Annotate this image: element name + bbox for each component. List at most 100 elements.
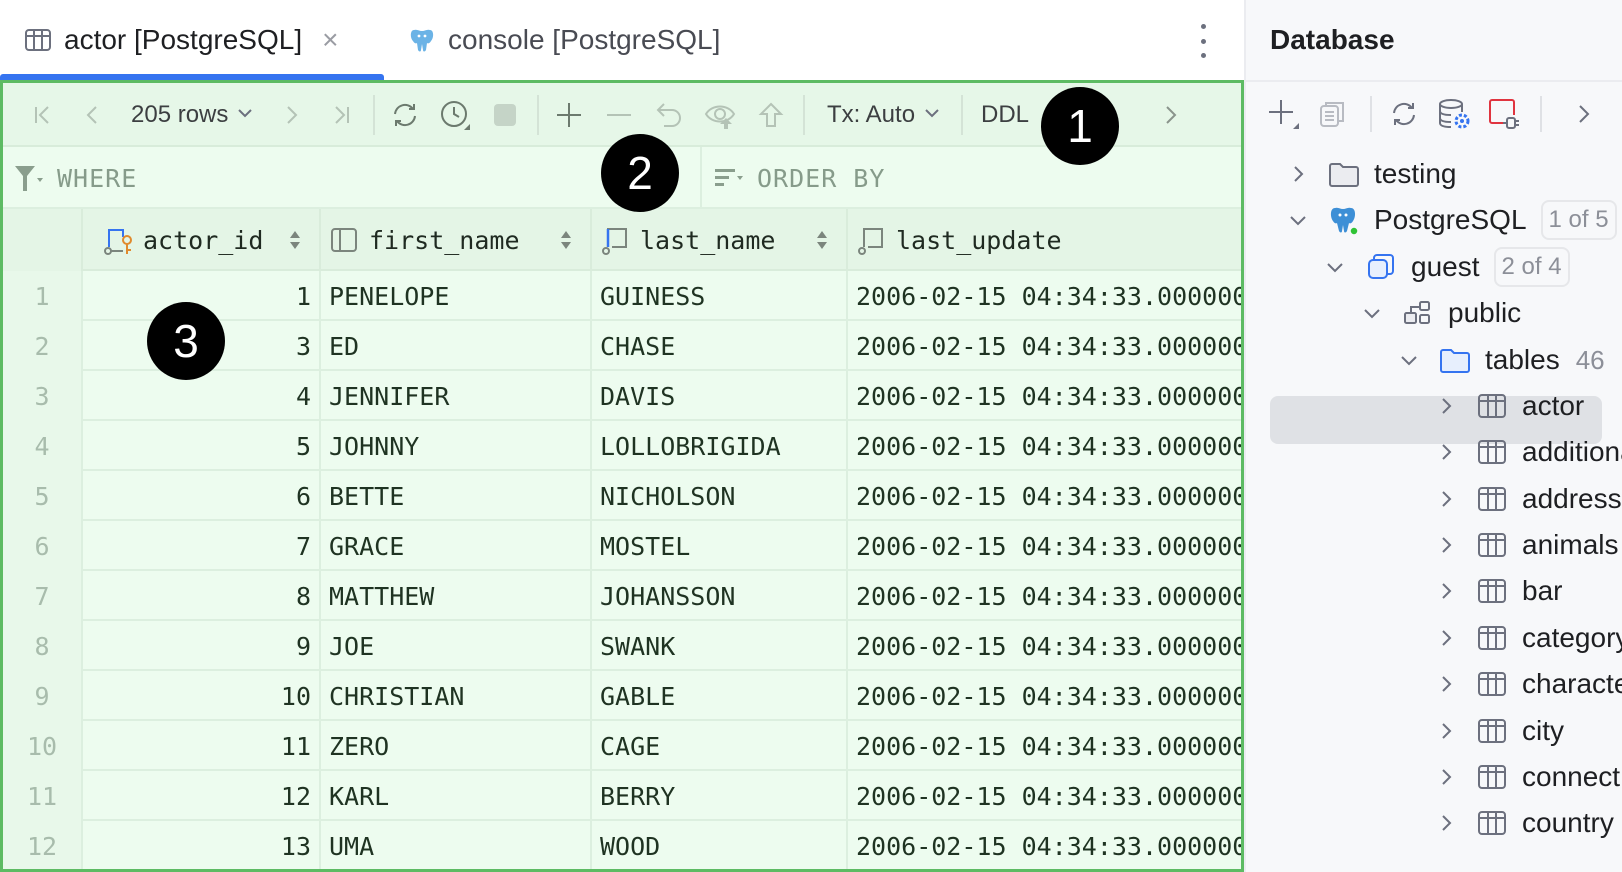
cell-actor-id[interactable]: 10 (83, 671, 321, 721)
history-icon[interactable] (435, 95, 475, 135)
table-row[interactable]: 5 6 BETTE NICHOLSON 2006-02-15 04:34:33.0000… (3, 471, 1241, 521)
sort-toggle-icon[interactable] (816, 229, 828, 251)
chevron-right-icon[interactable] (1434, 672, 1458, 696)
cell-last-name[interactable]: NICHOLSON (592, 471, 848, 521)
tree-item-category[interactable]: category (1434, 614, 1622, 662)
rows-count-dropdown[interactable]: 205 rows (131, 83, 254, 147)
cell-first-name[interactable]: CHRISTIAN (321, 671, 592, 721)
row-number[interactable]: 6 (3, 521, 83, 571)
cell-last-update[interactable]: 2006-02-15 04:34:33.000000 (848, 671, 1241, 721)
table-row[interactable]: 10 11 ZERO CAGE 2006-02-15 04:34:33.000000 (3, 721, 1241, 771)
revert-icon[interactable] (649, 95, 689, 135)
sort-icon[interactable] (713, 165, 745, 191)
cell-actor-id[interactable]: 9 (83, 621, 321, 671)
chevron-down-icon[interactable] (1397, 348, 1421, 372)
chevron-right-icon[interactable] (1434, 626, 1458, 650)
cell-last-update[interactable]: 2006-02-15 04:34:33.000000 (848, 721, 1241, 771)
cell-last-name[interactable]: SWANK (592, 621, 848, 671)
copy-icon[interactable] (1312, 94, 1352, 134)
table-row[interactable]: 11 12 KARL BERRY 2006-02-15 04:34:33.000000 (3, 771, 1241, 821)
cell-last-name[interactable]: CAGE (592, 721, 848, 771)
row-number-header[interactable] (3, 209, 83, 271)
data-source-properties-icon[interactable] (1434, 94, 1474, 134)
cell-last-update[interactable]: 2006-02-15 04:34:33.000000 (848, 771, 1241, 821)
next-page-icon[interactable] (271, 95, 311, 135)
sort-toggle-icon[interactable] (289, 229, 301, 251)
row-number[interactable]: 2 (3, 321, 83, 371)
chevron-right-icon[interactable] (1434, 719, 1458, 743)
cell-last-update[interactable]: 2006-02-15 04:34:33.000000 (848, 471, 1241, 521)
cell-actor-id[interactable]: 8 (83, 571, 321, 621)
chevron-right-icon[interactable] (1434, 394, 1458, 418)
cell-last-update[interactable]: 2006-02-15 04:34:33.000000 (848, 521, 1241, 571)
row-number[interactable]: 10 (3, 721, 83, 771)
cell-last-name[interactable]: GABLE (592, 671, 848, 721)
cell-actor-id[interactable]: 5 (83, 421, 321, 471)
tree-item-country[interactable]: country (1434, 799, 1614, 847)
row-number[interactable]: 1 (3, 271, 83, 321)
chevron-down-icon[interactable] (1323, 255, 1347, 279)
row-number[interactable]: 8 (3, 621, 83, 671)
cell-last-update[interactable]: 2006-02-15 04:34:33.000000 (848, 421, 1241, 471)
table-row[interactable]: 12 13 UMA WOOD 2006-02-15 04:34:33.000000 (3, 821, 1241, 869)
last-page-icon[interactable] (321, 95, 361, 135)
chevron-right-icon[interactable] (1434, 765, 1458, 789)
tree-item-guest[interactable]: guest 2 of 4 (1323, 243, 1570, 291)
cell-first-name[interactable]: ZERO (321, 721, 592, 771)
row-number[interactable]: 3 (3, 371, 83, 421)
cell-last-name[interactable]: CHASE (592, 321, 848, 371)
cell-last-update[interactable]: 2006-02-15 04:34:33.000000 (848, 621, 1241, 671)
column-header-first-name[interactable]: first_name (321, 209, 592, 271)
add-row-icon[interactable] (549, 95, 589, 135)
refresh-icon[interactable] (1384, 94, 1424, 134)
ddl-button[interactable]: DDL (981, 83, 1029, 147)
filter-icon[interactable] (13, 163, 45, 193)
cell-first-name[interactable]: ED (321, 321, 592, 371)
row-number[interactable]: 11 (3, 771, 83, 821)
cell-first-name[interactable]: BETTE (321, 471, 592, 521)
table-row[interactable]: 7 8 MATTHEW JOHANSSON 2006-02-15 04:34:33.00… (3, 571, 1241, 621)
cell-last-update[interactable]: 2006-02-15 04:34:33.000000 (848, 321, 1241, 371)
chevron-right-icon[interactable] (1151, 95, 1191, 135)
cell-last-name[interactable]: GUINESS (592, 271, 848, 321)
chevron-right-icon[interactable] (1434, 533, 1458, 557)
table-row[interactable]: 8 9 JOE SWANK 2006-02-15 04:34:33.000000 (3, 621, 1241, 671)
tab-console[interactable]: console [PostgreSQL] (408, 0, 720, 80)
chevron-down-icon[interactable] (1360, 301, 1384, 325)
cell-first-name[interactable]: UMA (321, 821, 592, 869)
chevron-right-icon[interactable] (1286, 162, 1310, 186)
cell-last-name[interactable]: BERRY (592, 771, 848, 821)
table-row[interactable]: 6 7 GRACE MOSTEL 2006-02-15 04:34:33.000000 (3, 521, 1241, 571)
tree-item-character[interactable]: character (1434, 660, 1622, 708)
cell-actor-id[interactable]: 7 (83, 521, 321, 571)
row-number[interactable]: 5 (3, 471, 83, 521)
transaction-mode-dropdown[interactable]: Tx: Auto (827, 83, 941, 147)
cell-last-update[interactable]: 2006-02-15 04:34:33.000000 (848, 571, 1241, 621)
cell-first-name[interactable]: MATTHEW (321, 571, 592, 621)
cell-last-name[interactable]: WOOD (592, 821, 848, 869)
row-number[interactable]: 7 (3, 571, 83, 621)
delete-row-icon[interactable] (599, 95, 639, 135)
tree-item-additional[interactable]: additional (1434, 428, 1622, 476)
cell-first-name[interactable]: JOHNNY (321, 421, 592, 471)
chevron-right-icon[interactable] (1434, 487, 1458, 511)
row-number[interactable]: 4 (3, 421, 83, 471)
tree-item-tables[interactable]: tables 46 (1397, 336, 1605, 384)
cell-first-name[interactable]: PENELOPE (321, 271, 592, 321)
stop-icon[interactable] (485, 95, 525, 135)
tree-item-PostgreSQL[interactable]: PostgreSQL 1 of 5 (1286, 196, 1617, 244)
chevron-right-icon[interactable] (1564, 94, 1604, 134)
tree-item-address[interactable]: address (1434, 475, 1622, 523)
column-header-last-name[interactable]: last_name (592, 209, 848, 271)
column-header-actor-id[interactable]: actor_id (83, 209, 321, 271)
previous-page-icon[interactable] (73, 95, 113, 135)
cell-last-name[interactable]: JOHANSSON (592, 571, 848, 621)
cell-first-name[interactable]: JENNIFER (321, 371, 592, 421)
cell-last-name[interactable]: DAVIS (592, 371, 848, 421)
cell-first-name[interactable]: GRACE (321, 521, 592, 571)
chevron-right-icon[interactable] (1434, 811, 1458, 835)
reload-icon[interactable] (385, 95, 425, 135)
cell-actor-id[interactable]: 11 (83, 721, 321, 771)
add-icon[interactable] (1264, 94, 1304, 134)
tree-item-bar[interactable]: bar (1434, 567, 1562, 615)
